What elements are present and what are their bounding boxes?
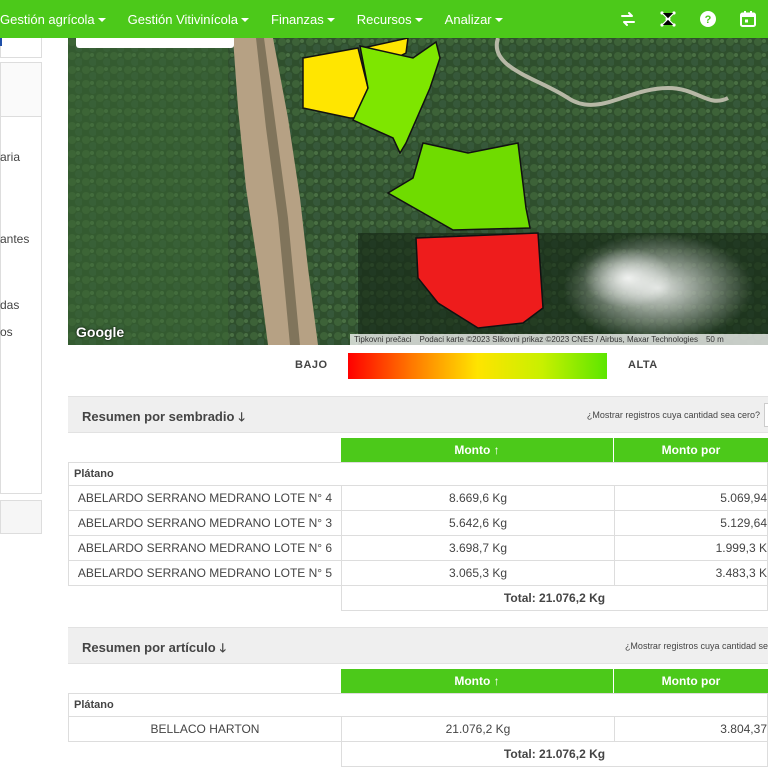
sidebar-item-2[interactable]: antes: [0, 232, 29, 246]
cloud: [583, 248, 673, 308]
sidebar-top-box: [0, 38, 42, 58]
nav-label: Analizar: [444, 11, 492, 27]
table-row[interactable]: ABELARDO SERRANO MEDRANO LOTE N° 6 3.698…: [68, 536, 768, 561]
keyboard-shortcuts-link[interactable]: Tipkovni prečaci: [350, 335, 416, 344]
svg-text:?: ?: [705, 14, 712, 26]
col-monto-header[interactable]: Monto ↑: [341, 669, 614, 693]
nav-recursos[interactable]: Recursos: [357, 12, 423, 27]
cell-monto: 3.065,3 Kg: [342, 561, 615, 585]
sidebar-item-4[interactable]: os: [0, 325, 13, 339]
cell-monto: 21.076,2 Kg: [342, 717, 615, 741]
cell-monto: 5.642,6 Kg: [342, 511, 615, 535]
caret-down-icon: [241, 18, 249, 23]
sidebar-accent: [0, 38, 2, 46]
nav-label: Gestión Vitivinícola: [127, 11, 238, 27]
caret-down-icon: [97, 18, 106, 23]
legend-low-label: BAJO: [295, 359, 328, 371]
cell-monto-por: 3.804,37: [720, 722, 767, 736]
cell-monto: 8.669,6 Kg: [342, 486, 615, 510]
nav-gestion-agricola[interactable]: Gestión agrícola: [0, 12, 106, 27]
caret-down-icon: [326, 18, 335, 23]
section-sembradio-title[interactable]: Resumen por sembradio 🡓: [82, 408, 245, 429]
nav-label: Gestión agrícola: [0, 11, 95, 27]
sidebar-panel-header: [1, 63, 41, 117]
cell-monto-por: 5.069,94: [720, 491, 767, 505]
satellite-map[interactable]: [68, 38, 768, 345]
map-attribution: Tipkovni prečaci Podaci karte ©2023 Slik…: [350, 334, 768, 345]
map-control-box[interactable]: [76, 38, 234, 48]
nav-label: Recursos: [356, 11, 412, 27]
section-articulo-header: Resumen por artículo 🡓 ¿Mostrar registros…: [68, 627, 768, 664]
table-row[interactable]: ABELARDO SERRANO MEDRANO LOTE N° 3 5.642…: [68, 511, 768, 536]
arrow-down-icon: 🡓: [219, 641, 226, 655]
legend-high-label: ALTA: [628, 359, 658, 371]
col-monto-por-header[interactable]: Monto por: [614, 438, 768, 462]
table-row[interactable]: ABELARDO SERRANO MEDRANO LOTE N° 5 3.065…: [68, 561, 768, 586]
cell-name: BELLACO HARTON: [69, 717, 342, 741]
cell-monto: 3.698,7 Kg: [342, 536, 615, 560]
sidebar-panel: [0, 62, 42, 494]
swap-icon[interactable]: [608, 0, 648, 38]
total-row: Total: 21.076,2 Kg: [341, 586, 768, 611]
col-monto-por-header[interactable]: Monto por: [614, 669, 768, 693]
show-zero-question: ¿Mostrar registros cuya cantidad se: [624, 641, 768, 651]
sidebar-item-1[interactable]: aria: [0, 150, 20, 164]
caret-down-icon: [414, 18, 423, 23]
caret-down-icon: [494, 18, 503, 23]
cell-monto-por: 3.483,3 K: [715, 566, 767, 580]
top-navigation-bar: Gestión agrícola Gestión Vitivinícola Fi…: [0, 0, 768, 38]
nav-gestion-vitivinicola[interactable]: Gestión Vitivinícola: [128, 12, 249, 27]
map-scale: 50 m: [705, 335, 724, 344]
cell-monto-por: 1.999,3 K: [715, 541, 767, 555]
total-row: Total: 21.076,2 Kg: [341, 742, 768, 767]
calendar-icon[interactable]: [728, 0, 768, 38]
cell-name: ABELARDO SERRANO MEDRANO LOTE N° 3: [69, 511, 342, 535]
col-monto-label: Monto ↑: [454, 674, 500, 688]
sidebar-bottom-box: [0, 500, 42, 534]
cell-name: ABELARDO SERRANO MEDRANO LOTE N° 5: [69, 561, 342, 585]
nav-analizar[interactable]: Analizar: [445, 12, 503, 27]
nav-finanzas[interactable]: Finanzas: [271, 12, 335, 27]
network-icon[interactable]: [648, 0, 688, 38]
map-canvas: [68, 38, 768, 345]
google-logo: Google: [76, 324, 125, 340]
table-row[interactable]: ABELARDO SERRANO MEDRANO LOTE N° 4 8.669…: [68, 486, 768, 511]
col-monto-header[interactable]: Monto ↑: [341, 438, 614, 462]
sidebar-item-3[interactable]: das: [0, 298, 19, 312]
table-row[interactable]: BELLACO HARTON 21.076,2 Kg 3.804,37: [68, 717, 768, 742]
section-title-text: Resumen por sembradio: [82, 409, 235, 424]
col-monto-por-label: Monto por: [661, 443, 721, 457]
col-monto-por-label: Monto por: [661, 674, 721, 688]
show-zero-question: ¿Mostrar registros cuya cantidad sea cer…: [586, 410, 760, 420]
cell-name: ABELARDO SERRANO MEDRANO LOTE N° 4: [69, 486, 342, 510]
section-title-text: Resumen por artículo: [82, 640, 216, 655]
cell-monto-por: 5.129,64: [720, 516, 767, 530]
group-row-platano: Plátano: [68, 693, 768, 717]
section-sembradio-header: Resumen por sembradio 🡓 ¿Mostrar registro…: [68, 396, 768, 433]
section-articulo-title[interactable]: Resumen por artículo 🡓: [82, 639, 226, 660]
group-label: Plátano: [74, 699, 114, 711]
nav-label: Finanzas: [271, 11, 324, 27]
arrow-down-icon: 🡓: [238, 410, 245, 424]
col-monto-label: Monto ↑: [454, 443, 500, 457]
field-area: [68, 38, 228, 345]
show-zero-toggle[interactable]: [764, 403, 768, 427]
map-data-text[interactable]: Podaci karte ©2023 Slikovni prikaz ©2023…: [416, 335, 702, 344]
legend-gradient-bar: [348, 353, 607, 379]
help-icon[interactable]: ?: [688, 0, 728, 38]
cell-name: ABELARDO SERRANO MEDRANO LOTE N° 6: [69, 536, 342, 560]
group-row-platano: Plátano: [68, 462, 768, 486]
group-label: Plátano: [74, 468, 114, 480]
